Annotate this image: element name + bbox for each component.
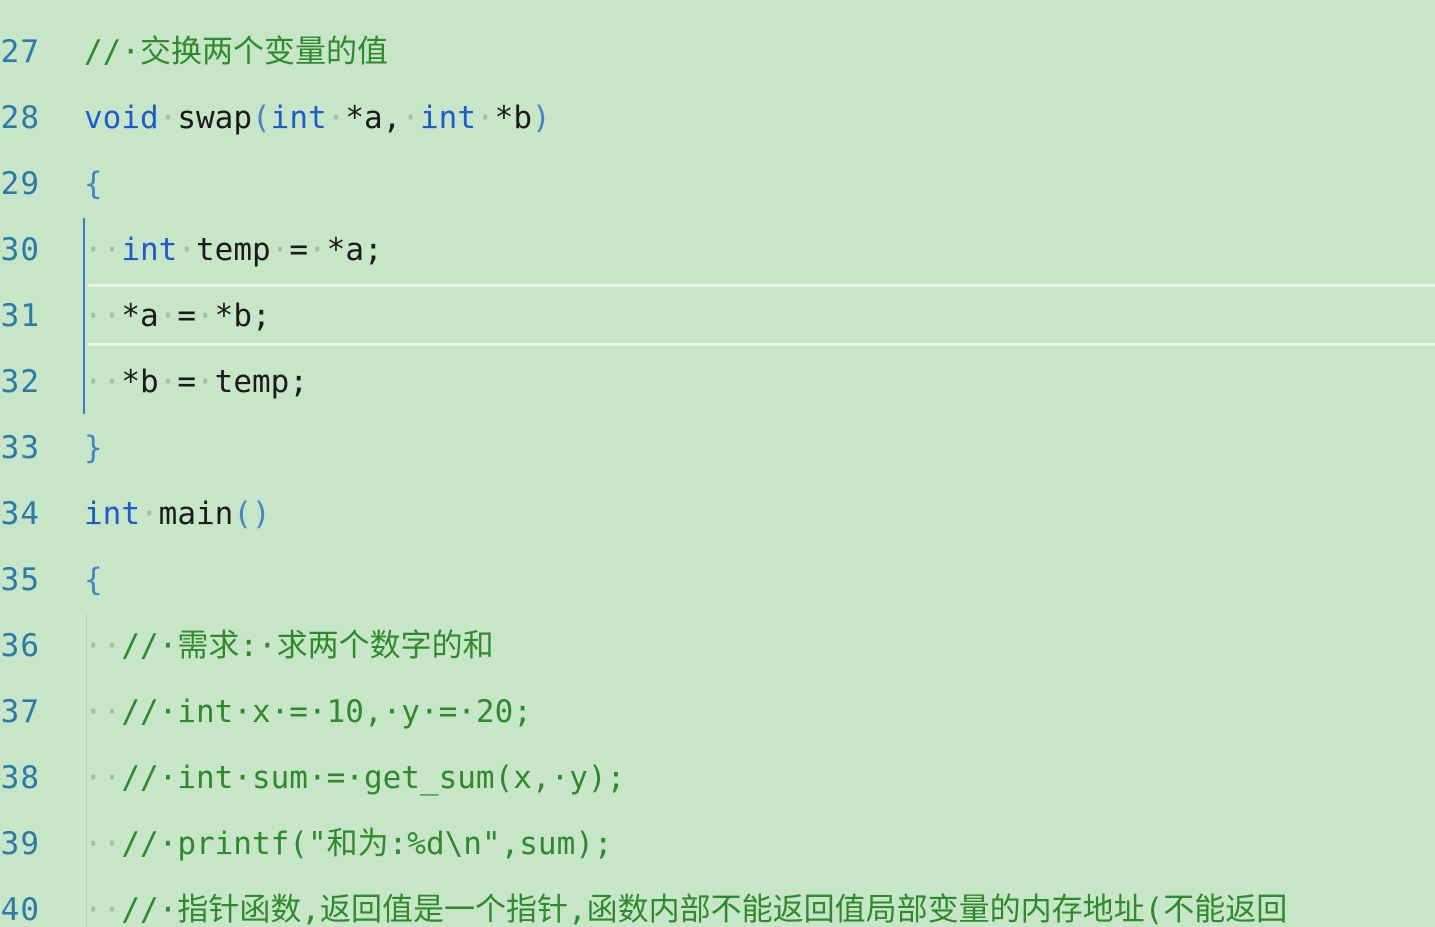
line-number: 30 — [0, 232, 40, 268]
comment-token: //·需求:·求两个数字的和 — [121, 628, 494, 664]
code-line[interactable]: 34 int·main() — [0, 481, 1435, 547]
code-token: *a — [121, 298, 159, 334]
keyword-token: int — [270, 100, 327, 136]
code-line[interactable]: 31 ··*a·=·*b; — [0, 283, 1435, 349]
line-number: 34 — [0, 496, 40, 532]
code-text: ··//·printf("和为:%d\n",sum); — [84, 811, 613, 877]
whitespace-marker: · — [308, 232, 327, 268]
code-text: ··*b·=·temp; — [84, 349, 308, 415]
whitespace-marker: ·· — [84, 694, 122, 730]
keyword-token: int — [420, 100, 476, 136]
line-number: 40 — [0, 892, 40, 927]
code-token: = — [289, 232, 308, 268]
code-token: *b — [121, 364, 159, 400]
keyword-token: int — [121, 232, 178, 268]
line-number: 27 — [0, 34, 40, 70]
whitespace-marker: · — [476, 100, 495, 136]
code-line[interactable]: 27 //·交换两个变量的值 — [0, 19, 1435, 85]
code-text: { — [84, 547, 103, 613]
line-number: 31 — [0, 298, 40, 334]
code-token: *a, — [345, 100, 402, 136]
code-text: ··*a·=·*b; — [84, 283, 271, 349]
whitespace-marker: ·· — [84, 892, 122, 927]
comment-token: //·int·sum·=·get_sum(x,·y); — [121, 760, 626, 796]
code-token: *b; — [214, 298, 271, 334]
whitespace-marker: · — [196, 298, 215, 334]
code-line[interactable]: 38 ··//·int·sum·=·get_sum(x,·y); — [0, 745, 1435, 811]
code-line[interactable]: 35 { — [0, 547, 1435, 613]
code-line[interactable]: 33} — [0, 415, 1435, 481]
whitespace-marker: · — [158, 100, 178, 136]
code-token: temp — [196, 232, 271, 268]
line-number: 35 — [0, 562, 40, 598]
code-text: } — [84, 415, 103, 481]
line-number: 38 — [0, 760, 40, 796]
code-line[interactable]: 37 ··//·int·x·=·10,·y·=·20; — [0, 679, 1435, 745]
whitespace-marker: ·· — [84, 628, 122, 664]
line-number: 37 — [0, 694, 40, 730]
whitespace-marker: · — [196, 364, 215, 400]
code-line[interactable]: 36 ··//·需求:·求两个数字的和 — [0, 613, 1435, 679]
bracket-token: () — [233, 496, 271, 532]
keyword-token: void — [84, 100, 159, 136]
line-number: 32 — [0, 364, 40, 400]
code-token: = — [177, 298, 196, 334]
whitespace-marker: · — [158, 364, 178, 400]
comment-token: //·int·x·=·10,·y·=·20; — [121, 694, 532, 730]
whitespace-marker: · — [401, 100, 420, 136]
code-token: temp; — [214, 364, 308, 400]
keyword-token: int — [84, 496, 140, 532]
code-text: //·交换两个变量的值 — [84, 19, 388, 85]
whitespace-marker: ·· — [84, 364, 122, 400]
code-text: void·swap(int·*a,·int·*b) — [84, 85, 551, 151]
whitespace-marker: ·· — [84, 232, 122, 268]
code-token: *b — [494, 100, 532, 136]
code-line[interactable]: 30 ··int·temp·=·*a; — [0, 217, 1435, 283]
code-token: *a; — [326, 232, 383, 268]
code-token: swap — [177, 100, 252, 136]
comment-token: //·指针函数,返回值是一个指针,函数内部不能返回值局部变量的内存地址(不能返回 — [121, 892, 1288, 927]
line-number: 36 — [0, 628, 40, 664]
whitespace-marker: · — [158, 298, 178, 334]
whitespace-marker: · — [177, 232, 196, 268]
comment-token: //·交换两个变量的值 — [84, 34, 388, 70]
code-text: ··//·int·x·=·10,·y·=·20; — [84, 679, 532, 745]
code-token: = — [177, 364, 196, 400]
bracket-token: { — [84, 562, 103, 598]
code-line[interactable]: 40 ··//·指针函数,返回值是一个指针,函数内部不能返回值局部变量的内存地址(… — [0, 877, 1435, 927]
bracket-token: ) — [532, 100, 551, 136]
whitespace-marker: ·· — [84, 760, 122, 796]
code-editor[interactable]: 27//·交换两个变量的值 28 void·swap(int·*a,·int·*b)… — [0, 0, 1435, 927]
bracket-token: { — [84, 166, 103, 202]
line-number: 39 — [0, 826, 40, 862]
code-text: { — [84, 151, 103, 217]
comment-token: //·printf("和为:%d\n",sum); — [121, 826, 613, 862]
line-number: 28 — [0, 100, 40, 136]
code-token: main — [158, 496, 234, 532]
whitespace-marker: · — [140, 496, 159, 532]
whitespace-marker: · — [326, 100, 346, 136]
line-number: 29 — [0, 166, 40, 202]
code-line[interactable]: 29 { — [0, 151, 1435, 217]
bracket-token: ( — [251, 100, 271, 136]
code-line[interactable]: 28 void·swap(int·*a,·int·*b) — [0, 85, 1435, 151]
code-text: ··//·需求:·求两个数字的和 — [84, 613, 494, 679]
code-text: ··int·temp·=·*a; — [84, 217, 383, 283]
code-text: ··//·int·sum·=·get_sum(x,·y); — [84, 745, 625, 811]
whitespace-marker: ·· — [84, 298, 122, 334]
code-text: int·main() — [84, 481, 271, 547]
code-line[interactable]: 39 ··//·printf("和为:%d\n",sum); — [0, 811, 1435, 877]
bracket-token: } — [84, 430, 103, 466]
whitespace-marker: ·· — [84, 826, 122, 862]
code-text: ··//·指针函数,返回值是一个指针,函数内部不能返回值局部变量的内存地址(不能… — [84, 877, 1287, 927]
line-number: 33 — [0, 430, 40, 466]
code-line[interactable]: 32 ··*b·=·temp; — [0, 349, 1435, 415]
whitespace-marker: · — [270, 232, 290, 268]
